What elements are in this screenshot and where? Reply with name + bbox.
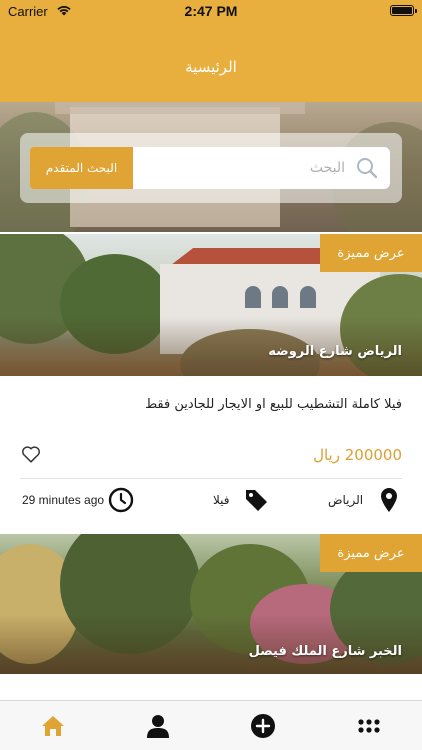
listing-description[interactable]: فيلا كاملة التشطيب للبيع او الايجار للجا… (20, 397, 402, 412)
listing-type: فيلا (213, 493, 230, 507)
listing-time: 29 minutes ago (22, 493, 105, 507)
add-icon[interactable] (250, 713, 276, 739)
divider (20, 478, 402, 479)
listing-photo-title: الخبر شارع الملك فيصل (248, 644, 402, 659)
listing-price: 200000 ريال (313, 446, 402, 464)
battery-icon (390, 5, 417, 16)
featured-badge: عرض مميزة (320, 534, 422, 572)
search-icon[interactable] (356, 157, 378, 179)
location-pin-icon (381, 488, 397, 512)
listing-city: الرياض (328, 493, 364, 507)
search-hero: البحث المتقدم (0, 102, 422, 232)
advanced-search-button[interactable]: البحث المتقدم (30, 147, 133, 189)
tab-bar (0, 700, 422, 750)
heart-icon[interactable] (20, 443, 42, 465)
status-bar: Carrier 2:47 PM (0, 0, 422, 24)
tag-icon (246, 490, 267, 511)
search-box: البحث المتقدم (30, 147, 390, 189)
search-input[interactable] (140, 147, 345, 189)
listing-photo-title: الرياض شارع الروضه (268, 344, 402, 359)
more-grid-icon[interactable] (356, 713, 382, 739)
top-bar: Carrier 2:47 PM الرئيسية (0, 0, 422, 102)
home-icon[interactable] (40, 713, 66, 739)
page-title: الرئيسية (185, 58, 237, 76)
clock-time: 2:47 PM (184, 3, 238, 19)
search-panel: البحث المتقدم (20, 133, 402, 203)
featured-badge: عرض مميزة (320, 234, 422, 272)
user-icon[interactable] (145, 713, 171, 739)
clock-icon (108, 487, 134, 513)
